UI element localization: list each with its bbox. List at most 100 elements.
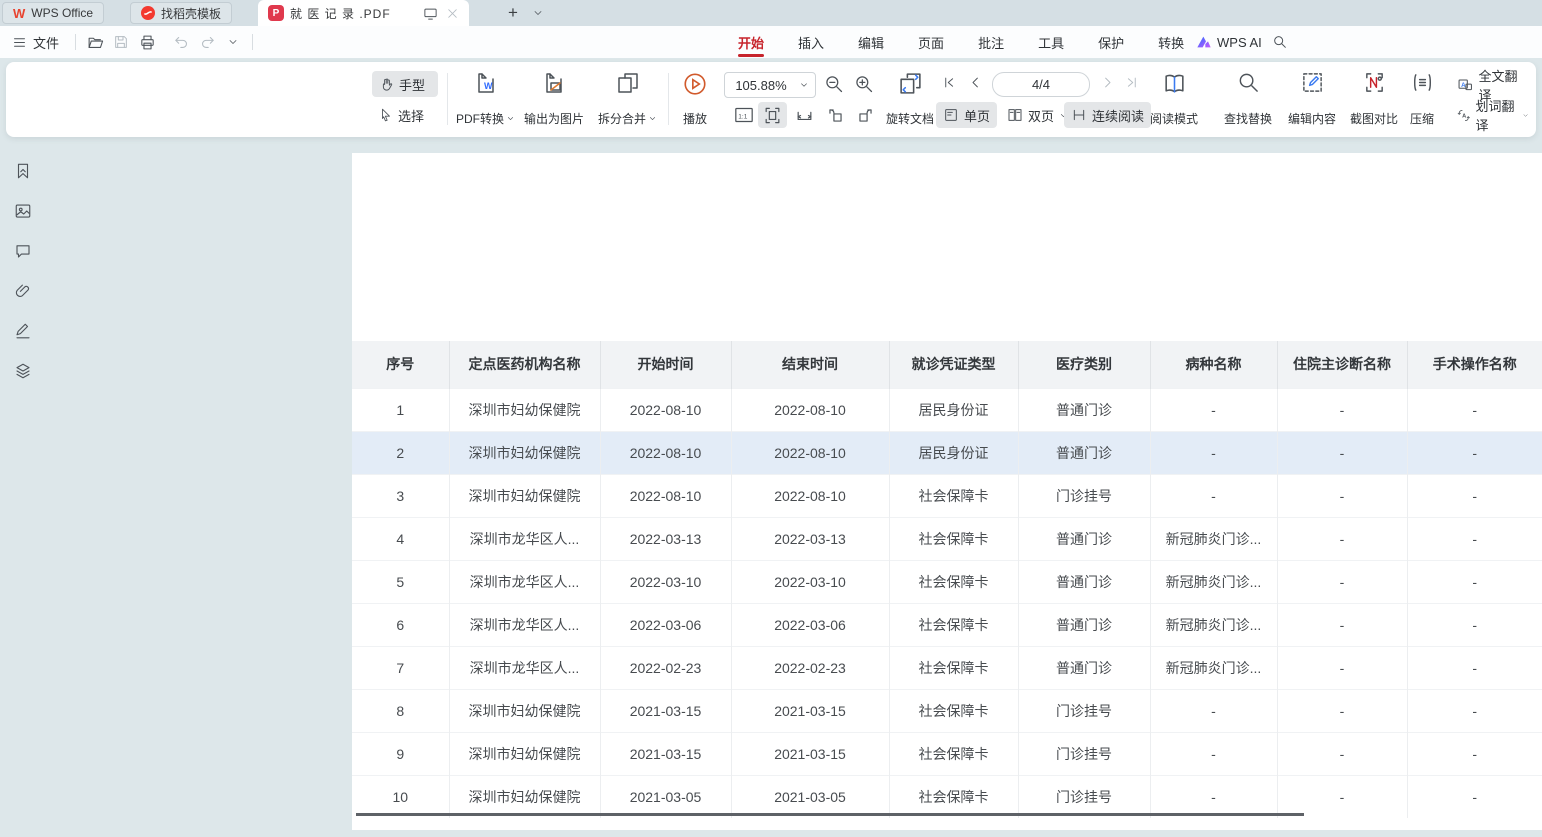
- menu-tab-1[interactable]: 插入: [798, 26, 824, 58]
- tab-document-pdf[interactable]: P 就 医 记 录 .PDF: [258, 0, 469, 26]
- single-page-button[interactable]: 单页: [936, 102, 997, 128]
- menu-tab-2[interactable]: 编辑: [858, 26, 884, 58]
- table-cell: 深圳市妇幼保健院: [449, 775, 600, 818]
- signature-panel-button[interactable]: [10, 318, 36, 344]
- search-icon: [1272, 34, 1288, 50]
- new-tab-button[interactable]: +: [508, 0, 518, 26]
- rotate-left-button[interactable]: [822, 102, 849, 128]
- zoom-level-combobox[interactable]: [724, 72, 816, 98]
- table-cell: -: [1150, 689, 1277, 732]
- table-cell: 2022-03-06: [731, 603, 889, 646]
- actual-size-button[interactable]: 1:1: [730, 102, 758, 128]
- table-row: 8深圳市妇幼保健院2021-03-152021-03-15社会保障卡门诊挂号--…: [352, 689, 1542, 732]
- table-cell: -: [1277, 431, 1407, 474]
- page-number-input[interactable]: [992, 72, 1090, 97]
- tab-list-chevron-icon[interactable]: [532, 0, 544, 26]
- menu-search-button[interactable]: [1272, 34, 1288, 50]
- table-cell: 2021-03-05: [600, 775, 731, 818]
- first-page-button[interactable]: [942, 75, 957, 90]
- table-cell: 2021-03-15: [600, 689, 731, 732]
- table-cell: 1: [352, 388, 449, 431]
- menu-tab-7[interactable]: 转换: [1158, 26, 1184, 58]
- pdf-page[interactable]: 序号定点医药机构名称开始时间结束时间就诊凭证类型医疗类别病种名称住院主诊断名称手…: [352, 153, 1542, 830]
- table-cell: -: [1407, 388, 1542, 431]
- split-merge-button[interactable]: 拆分合并: [594, 69, 661, 129]
- export-image-button[interactable]: 输出为图片: [520, 69, 588, 129]
- window-tab-bar: W WPS Office 找稻壳模板 P 就 医 记 录 .PDF +: [0, 0, 1542, 26]
- print-button[interactable]: [134, 30, 160, 54]
- fit-width-button[interactable]: [790, 102, 819, 128]
- previous-page-button[interactable]: [968, 75, 983, 90]
- present-screen-icon[interactable]: [423, 6, 438, 21]
- ribbon-toolbar: 手型 选择 W PDF转换 输出为图片 拆分合并 播放 1:1: [6, 62, 1536, 137]
- hand-tool-button[interactable]: 手型: [372, 71, 438, 97]
- workspace: 序号定点医药机构名称开始时间结束时间就诊凭证类型医疗类别病种名称住院主诊断名称手…: [0, 140, 1542, 837]
- tab-docer-templates[interactable]: 找稻壳模板: [130, 2, 232, 24]
- table-cell: 6: [352, 603, 449, 646]
- menu-bar: 文件 开始 插入 编辑 页面 批注 工具 保护 转换 WPS AI: [0, 26, 1542, 58]
- table-cell: 深圳市龙华区人...: [449, 646, 600, 689]
- screenshot-compare-button[interactable]: 截图对比: [1346, 69, 1402, 129]
- table-cell: 2022-08-10: [600, 431, 731, 474]
- zoom-out-button[interactable]: [824, 74, 844, 94]
- table-cell: -: [1150, 732, 1277, 775]
- menu-tab-5[interactable]: 工具: [1038, 26, 1064, 58]
- fit-page-button[interactable]: [758, 102, 787, 128]
- zoom-level-input[interactable]: [731, 78, 791, 93]
- tab-wps-office[interactable]: W WPS Office: [2, 2, 104, 24]
- menu-tab-6[interactable]: 保护: [1098, 26, 1124, 58]
- signature-pen-icon: [14, 322, 32, 340]
- continuous-reading-button[interactable]: 连续阅读: [1064, 102, 1151, 128]
- next-page-button[interactable]: [1100, 75, 1115, 90]
- play-button[interactable]: 播放: [678, 69, 712, 129]
- attachments-panel-button[interactable]: [10, 278, 36, 304]
- table-cell: 8: [352, 689, 449, 732]
- bookmarks-panel-button[interactable]: [10, 158, 36, 184]
- table-cell: 普通门诊: [1018, 517, 1150, 560]
- open-file-button[interactable]: [82, 30, 108, 54]
- rotate-document-button[interactable]: 旋转文档: [882, 69, 938, 129]
- table-row: 4深圳市龙华区人...2022-03-132022-03-13社会保障卡普通门诊…: [352, 517, 1542, 560]
- table-cell: 社会保障卡: [889, 732, 1018, 775]
- pdf-convert-icon: W: [474, 71, 498, 95]
- redo-button[interactable]: [194, 30, 220, 54]
- layers-panel-button[interactable]: [10, 358, 36, 384]
- compress-button[interactable]: 压缩: [1406, 69, 1438, 129]
- table-cell: 居民身份证: [889, 431, 1018, 474]
- table-cell: 深圳市妇幼保健院: [449, 732, 600, 775]
- thumbnails-panel-button[interactable]: [10, 198, 36, 224]
- table-cell: -: [1277, 560, 1407, 603]
- file-menu-button[interactable]: 文件: [0, 33, 69, 52]
- column-header: 结束时间: [731, 341, 889, 388]
- select-tool-button[interactable]: 选择: [372, 102, 438, 128]
- table-cell: 9: [352, 732, 449, 775]
- table-cell: 2022-02-23: [731, 646, 889, 689]
- quick-access-chevron[interactable]: [220, 30, 246, 54]
- table-cell: 2: [352, 431, 449, 474]
- table-cell: 社会保障卡: [889, 689, 1018, 732]
- rotate-right-button[interactable]: [852, 102, 879, 128]
- comments-panel-button[interactable]: [10, 238, 36, 264]
- close-tab-icon[interactable]: [446, 7, 459, 20]
- wps-ai-button[interactable]: WPS AI: [1196, 35, 1262, 50]
- table-cell: -: [1407, 431, 1542, 474]
- table-cell: 新冠肺炎门诊...: [1150, 603, 1277, 646]
- pdf-convert-button[interactable]: W PDF转换: [452, 69, 519, 129]
- word-translate-button[interactable]: A 划词翻译: [1450, 102, 1536, 128]
- read-mode-button[interactable]: 阅读模式: [1146, 69, 1202, 129]
- edit-content-button[interactable]: 编辑内容: [1284, 69, 1340, 129]
- save-icon: [113, 34, 129, 50]
- menu-tab-0[interactable]: 开始: [738, 26, 764, 58]
- save-button[interactable]: [108, 30, 134, 54]
- find-replace-button[interactable]: 查找替换: [1220, 69, 1276, 129]
- ribbon-menu: 开始 插入 编辑 页面 批注 工具 保护 转换: [738, 26, 1184, 58]
- full-text-translate-button[interactable]: A 全文翻译: [1450, 72, 1536, 98]
- table-cell: 社会保障卡: [889, 560, 1018, 603]
- table-cell: 社会保障卡: [889, 517, 1018, 560]
- column-header: 医疗类别: [1018, 341, 1150, 388]
- menu-tab-4[interactable]: 批注: [978, 26, 1004, 58]
- zoom-in-button[interactable]: [854, 74, 874, 94]
- last-page-button[interactable]: [1124, 75, 1139, 90]
- menu-tab-3[interactable]: 页面: [918, 26, 944, 58]
- undo-button[interactable]: [168, 30, 194, 54]
